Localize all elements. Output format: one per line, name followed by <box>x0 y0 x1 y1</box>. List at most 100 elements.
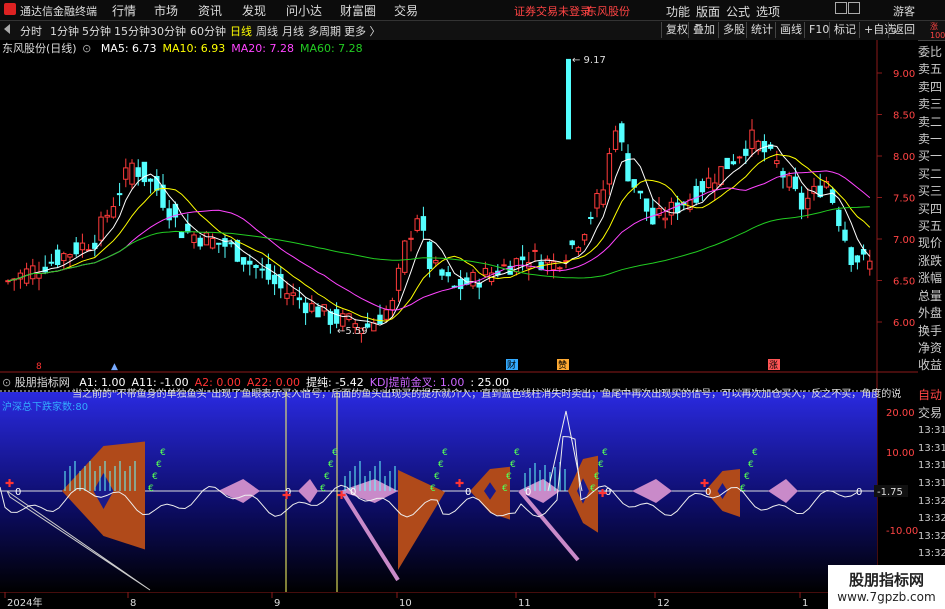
user-label[interactable]: 游客 <box>893 3 915 19</box>
top-menu-item[interactable]: 选项 <box>756 3 780 20</box>
candle-body <box>197 237 203 247</box>
menu-item[interactable]: 交易 <box>394 2 418 19</box>
candle-body <box>408 237 414 240</box>
window-icon[interactable] <box>835 2 847 14</box>
tool-button[interactable]: 返回 <box>888 22 919 38</box>
signal-glyph: € <box>152 472 158 482</box>
tool-button[interactable]: 叠加 <box>688 22 719 38</box>
buy-signal-icon: ✚ <box>5 477 14 490</box>
indicator-param: A11: -1.00 <box>131 376 189 389</box>
quote-label: 收益 <box>918 358 943 373</box>
candle-body <box>420 216 427 231</box>
candle-body <box>389 300 396 311</box>
toolbar-arrow-icon[interactable] <box>4 24 10 34</box>
candle-body <box>247 260 253 265</box>
candle-body <box>98 216 104 241</box>
menu-item[interactable]: 发现 <box>242 2 266 19</box>
zero-marker: 0 <box>465 487 471 498</box>
period-tab[interactable]: 更多 〉 <box>344 23 381 39</box>
quote-label: 现价 <box>918 236 943 251</box>
high-label: ← 9.17 <box>572 55 606 66</box>
candle-body <box>54 249 61 266</box>
period-tab[interactable]: 多周期 <box>308 23 341 39</box>
top-menu-item[interactable]: 版面 <box>696 3 720 20</box>
tool-button[interactable]: 画线 <box>775 22 806 38</box>
price-tick-label: 6.00 <box>893 318 915 329</box>
indicator-subtext: 沪深总下跌家数:80 <box>2 400 88 413</box>
candle-body <box>271 274 278 285</box>
ma-value: MA60: 7.28 <box>299 42 363 55</box>
candle-body <box>377 314 383 325</box>
period-tab[interactable]: 分时 <box>20 23 42 39</box>
period-tab[interactable]: 1分钟 <box>50 23 79 39</box>
candle-body <box>147 178 154 182</box>
quote-label: 换手 <box>918 323 943 338</box>
indicator-param: : 25.00 <box>470 376 510 389</box>
period-tab[interactable]: 15分钟 <box>114 23 150 39</box>
tool-button[interactable]: 统计 <box>746 22 777 38</box>
candle-body <box>315 306 321 318</box>
top-menu-item[interactable]: 功能 <box>666 3 690 20</box>
signal-glyph: € <box>594 472 600 482</box>
top-menu-item[interactable]: 公式 <box>726 3 750 20</box>
tool-button[interactable]: 多股 <box>718 22 749 38</box>
watermark-title: 股朋指标网 <box>848 571 924 589</box>
candle-body <box>625 153 631 182</box>
candle-body <box>457 278 464 290</box>
zero-marker: 0 <box>350 487 356 498</box>
menu-item[interactable]: 资讯 <box>198 2 222 19</box>
kline-chart[interactable]: 9.00 8.50 8.00 7.50 7.00 6.50 6.00 ← 9.17 ←5.59 财… <box>0 40 918 609</box>
signal-glyph: € <box>148 484 154 494</box>
price-tick-label: 7.50 <box>893 194 915 205</box>
period-tab[interactable]: 日线 <box>230 23 252 39</box>
candle-body <box>36 272 42 279</box>
menu-item[interactable]: 问小达 <box>286 2 322 19</box>
quote-label: 卖二 <box>918 114 943 129</box>
candle-body <box>135 167 141 177</box>
tool-button[interactable]: 标记 <box>829 22 860 38</box>
tick-time: 13:31 <box>918 425 945 437</box>
period-tab[interactable]: 5分钟 <box>82 23 111 39</box>
candle-body <box>222 238 228 247</box>
menu-item[interactable]: 财富圈 <box>340 2 376 19</box>
candle-body <box>805 197 811 210</box>
low-label: ←5.59 <box>337 326 368 337</box>
header-stock-name: 东风股份 <box>586 5 630 18</box>
menu-item[interactable]: 行情 <box>112 2 136 19</box>
period-tab[interactable]: 30分钟 <box>150 23 186 39</box>
candle-body <box>470 271 476 287</box>
period-tab[interactable]: 月线 <box>282 23 304 39</box>
indicator-axis-label: 20.00 <box>886 408 915 419</box>
layout-icon[interactable] <box>848 2 860 14</box>
date-label: 12 <box>657 598 670 609</box>
candle-body <box>606 153 613 185</box>
menu-item[interactable]: 市场 <box>154 2 178 19</box>
indicator-param: 提纯: -5.42 <box>306 376 364 389</box>
candle-body <box>185 223 191 233</box>
notice-text[interactable]: 证券交易未登录 <box>514 3 591 19</box>
watermark-url: www.7gpzb.com <box>837 590 936 604</box>
tick-time: 13:31 <box>918 442 945 454</box>
quote-label: 总量 <box>918 288 943 303</box>
candle-body <box>333 309 340 324</box>
candle-body <box>402 240 408 273</box>
current-value: -1.75 <box>877 487 903 498</box>
signal-glyph: € <box>328 460 334 470</box>
buy-signal-icon: ✚ <box>337 489 346 502</box>
candle-body <box>532 249 538 252</box>
candle-body <box>395 267 402 291</box>
candle-body <box>178 231 185 239</box>
quote-label: 买一 <box>918 149 943 164</box>
indicator-name: 股朋指标网 <box>14 376 70 389</box>
period-tab[interactable]: 60分钟 <box>190 23 226 39</box>
signal-glyph: € <box>320 484 326 494</box>
quote-label: 卖五 <box>918 62 943 77</box>
indicator-dropdown-icon[interactable]: ⊙ <box>2 376 11 389</box>
date-label: 9 <box>274 598 280 609</box>
candle-body <box>445 272 451 277</box>
candle-body <box>854 255 861 263</box>
tick-time: 自动 <box>918 388 943 402</box>
dropdown-icon[interactable]: ⊙ <box>82 42 91 55</box>
candle-body <box>426 241 433 270</box>
period-tab[interactable]: 周线 <box>256 23 278 39</box>
